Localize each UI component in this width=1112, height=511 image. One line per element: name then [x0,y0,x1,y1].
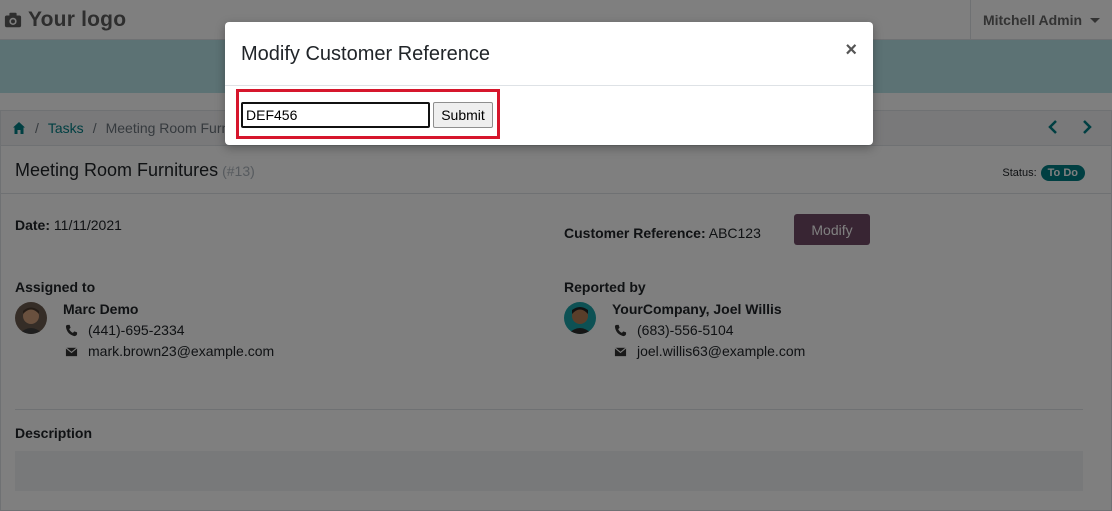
submit-button[interactable]: Submit [433,102,493,128]
modal-header: Modify Customer Reference × [225,22,873,86]
modify-reference-dialog: Modify Customer Reference × Submit [225,22,873,145]
customer-reference-input[interactable] [241,102,430,128]
modal-title: Modify Customer Reference [241,43,490,65]
close-icon[interactable]: × [845,40,857,60]
